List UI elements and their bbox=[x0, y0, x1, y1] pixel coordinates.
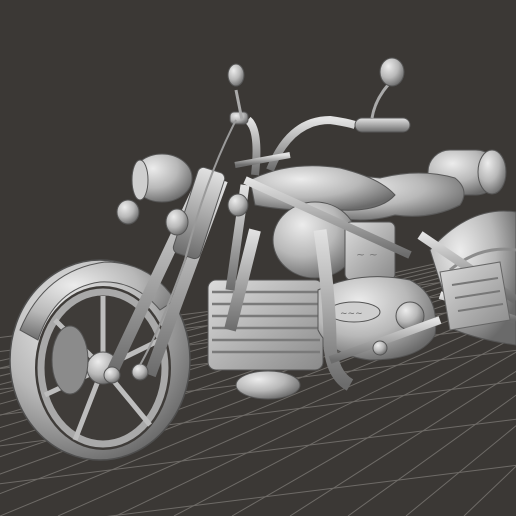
svg-text:~ ~: ~ ~ bbox=[356, 248, 378, 261]
viewport-canvas[interactable]: ~ ~ ~~~ bbox=[0, 0, 516, 516]
headlight bbox=[131, 153, 193, 203]
svg-text:~~~: ~~~ bbox=[340, 309, 363, 319]
3d-viewport[interactable]: ~ ~ ~~~ bbox=[0, 0, 516, 516]
rear-panel bbox=[439, 261, 511, 331]
